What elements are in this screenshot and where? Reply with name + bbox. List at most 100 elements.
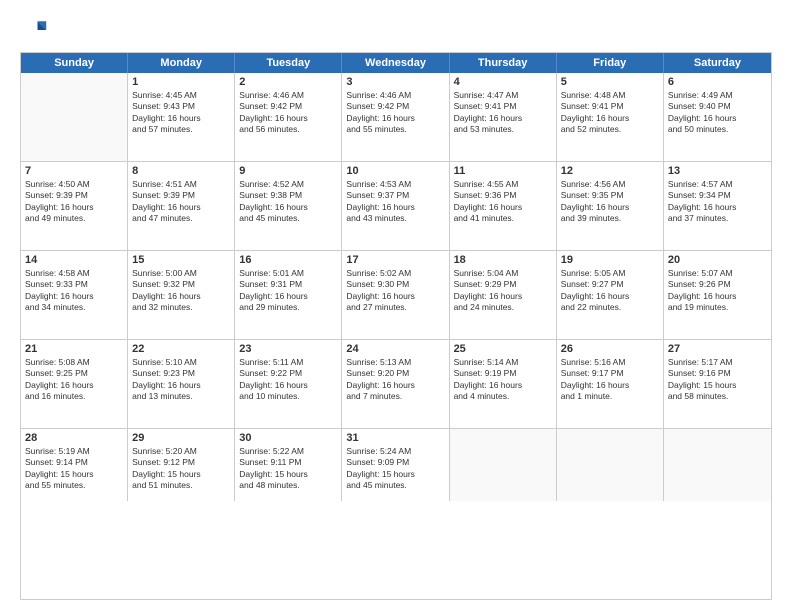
cell-content: Sunrise: 4:45 AM Sunset: 9:43 PM Dayligh… <box>132 90 230 136</box>
calendar-cell-27: 27Sunrise: 5:17 AM Sunset: 9:16 PM Dayli… <box>664 340 771 428</box>
day-number: 29 <box>132 432 230 444</box>
cell-content: Sunrise: 5:19 AM Sunset: 9:14 PM Dayligh… <box>25 446 123 492</box>
header-cell-monday: Monday <box>128 53 235 73</box>
calendar-cell-11: 11Sunrise: 4:55 AM Sunset: 9:36 PM Dayli… <box>450 162 557 250</box>
cell-content: Sunrise: 5:01 AM Sunset: 9:31 PM Dayligh… <box>239 268 337 314</box>
calendar-row-2: 7Sunrise: 4:50 AM Sunset: 9:39 PM Daylig… <box>21 162 771 251</box>
day-number: 11 <box>454 165 552 177</box>
logo-icon <box>20 16 48 44</box>
day-number: 12 <box>561 165 659 177</box>
day-number: 28 <box>25 432 123 444</box>
cell-content: Sunrise: 4:52 AM Sunset: 9:38 PM Dayligh… <box>239 179 337 225</box>
calendar-cell-18: 18Sunrise: 5:04 AM Sunset: 9:29 PM Dayli… <box>450 251 557 339</box>
cell-content: Sunrise: 5:13 AM Sunset: 9:20 PM Dayligh… <box>346 357 444 403</box>
calendar-cell-10: 10 Sunrise: 4:53 AM Sunset: 9:37 PM Dayli… <box>342 162 449 250</box>
calendar-cell-15: 15 Sunrise: 5:00 AM Sunset: 9:32 PM Dayli… <box>128 251 235 339</box>
calendar-cell-22: 22 Sunrise: 5:10 AM Sunset: 9:23 PM Dayli… <box>128 340 235 428</box>
day-number: 1 <box>132 76 230 88</box>
day-number: 17 <box>346 254 444 266</box>
day-number: 31 <box>346 432 444 444</box>
cell-content: Sunrise: 5:11 AM Sunset: 9:22 PM Dayligh… <box>239 357 337 403</box>
calendar-cell-13: 13 Sunrise: 4:57 AM Sunset: 9:34 PM Dayli… <box>664 162 771 250</box>
day-number: 16 <box>239 254 337 266</box>
cell-content: Sunrise: 5:16 AM Sunset: 9:17 PM Dayligh… <box>561 357 659 403</box>
calendar-cell-4: 4 Sunrise: 4:47 AM Sunset: 9:41 PM Daylig… <box>450 73 557 161</box>
day-number: 21 <box>25 343 123 355</box>
day-number: 3 <box>346 76 444 88</box>
calendar-header: SundayMondayTuesdayWednesdayThursdayFrid… <box>21 53 771 73</box>
cell-content: Sunrise: 5:22 AM Sunset: 9:11 PM Dayligh… <box>239 446 337 492</box>
day-number: 25 <box>454 343 552 355</box>
cell-content: Sunrise: 5:04 AM Sunset: 9:29 PM Dayligh… <box>454 268 552 314</box>
calendar-cell-20: 20 Sunrise: 5:07 AM Sunset: 9:26 PM Dayli… <box>664 251 771 339</box>
calendar: SundayMondayTuesdayWednesdayThursdayFrid… <box>20 52 772 600</box>
cell-content: Sunrise: 4:46 AM Sunset: 9:42 PM Dayligh… <box>346 90 444 136</box>
calendar-cell-25: 25Sunrise: 5:14 AM Sunset: 9:19 PM Dayli… <box>450 340 557 428</box>
cell-content: Sunrise: 5:05 AM Sunset: 9:27 PM Dayligh… <box>561 268 659 314</box>
calendar-cell-6: 6 Sunrise: 4:49 AM Sunset: 9:40 PM Daylig… <box>664 73 771 161</box>
calendar-cell-14: 14Sunrise: 4:58 AM Sunset: 9:33 PM Dayli… <box>21 251 128 339</box>
calendar-body: 1 Sunrise: 4:45 AM Sunset: 9:43 PM Daylig… <box>21 73 771 501</box>
calendar-cell-19: 19 Sunrise: 5:05 AM Sunset: 9:27 PM Dayli… <box>557 251 664 339</box>
logo <box>20 16 52 44</box>
header-cell-thursday: Thursday <box>450 53 557 73</box>
cell-content: Sunrise: 4:56 AM Sunset: 9:35 PM Dayligh… <box>561 179 659 225</box>
cell-content: Sunrise: 4:53 AM Sunset: 9:37 PM Dayligh… <box>346 179 444 225</box>
cell-content: Sunrise: 4:57 AM Sunset: 9:34 PM Dayligh… <box>668 179 767 225</box>
cell-content: Sunrise: 4:46 AM Sunset: 9:42 PM Dayligh… <box>239 90 337 136</box>
day-number: 6 <box>668 76 767 88</box>
cell-content: Sunrise: 4:47 AM Sunset: 9:41 PM Dayligh… <box>454 90 552 136</box>
calendar-row-5: 28 Sunrise: 5:19 AM Sunset: 9:14 PM Dayli… <box>21 429 771 501</box>
day-number: 8 <box>132 165 230 177</box>
day-number: 15 <box>132 254 230 266</box>
day-number: 19 <box>561 254 659 266</box>
calendar-cell-1: 1 Sunrise: 4:45 AM Sunset: 9:43 PM Daylig… <box>128 73 235 161</box>
cell-content: Sunrise: 4:51 AM Sunset: 9:39 PM Dayligh… <box>132 179 230 225</box>
calendar-cell-26: 26 Sunrise: 5:16 AM Sunset: 9:17 PM Dayli… <box>557 340 664 428</box>
calendar-cell-empty-0-0 <box>21 73 128 161</box>
header-cell-tuesday: Tuesday <box>235 53 342 73</box>
cell-content: Sunrise: 5:02 AM Sunset: 9:30 PM Dayligh… <box>346 268 444 314</box>
header <box>20 16 772 44</box>
cell-content: Sunrise: 5:07 AM Sunset: 9:26 PM Dayligh… <box>668 268 767 314</box>
calendar-cell-24: 24 Sunrise: 5:13 AM Sunset: 9:20 PM Dayli… <box>342 340 449 428</box>
calendar-cell-2: 2Sunrise: 4:46 AM Sunset: 9:42 PM Daylig… <box>235 73 342 161</box>
calendar-cell-8: 8 Sunrise: 4:51 AM Sunset: 9:39 PM Daylig… <box>128 162 235 250</box>
cell-content: Sunrise: 5:10 AM Sunset: 9:23 PM Dayligh… <box>132 357 230 403</box>
cell-content: Sunrise: 5:08 AM Sunset: 9:25 PM Dayligh… <box>25 357 123 403</box>
calendar-cell-empty-4-5 <box>557 429 664 501</box>
cell-content: Sunrise: 5:00 AM Sunset: 9:32 PM Dayligh… <box>132 268 230 314</box>
day-number: 10 <box>346 165 444 177</box>
day-number: 22 <box>132 343 230 355</box>
cell-content: Sunrise: 4:58 AM Sunset: 9:33 PM Dayligh… <box>25 268 123 314</box>
cell-content: Sunrise: 5:20 AM Sunset: 9:12 PM Dayligh… <box>132 446 230 492</box>
cell-content: Sunrise: 4:49 AM Sunset: 9:40 PM Dayligh… <box>668 90 767 136</box>
day-number: 4 <box>454 76 552 88</box>
day-number: 5 <box>561 76 659 88</box>
header-cell-friday: Friday <box>557 53 664 73</box>
day-number: 30 <box>239 432 337 444</box>
header-cell-sunday: Sunday <box>21 53 128 73</box>
day-number: 9 <box>239 165 337 177</box>
calendar-row-3: 14Sunrise: 4:58 AM Sunset: 9:33 PM Dayli… <box>21 251 771 340</box>
calendar-cell-30: 30 Sunrise: 5:22 AM Sunset: 9:11 PM Dayli… <box>235 429 342 501</box>
day-number: 7 <box>25 165 123 177</box>
header-cell-wednesday: Wednesday <box>342 53 449 73</box>
calendar-cell-empty-4-4 <box>450 429 557 501</box>
day-number: 26 <box>561 343 659 355</box>
calendar-cell-21: 21 Sunrise: 5:08 AM Sunset: 9:25 PM Dayli… <box>21 340 128 428</box>
calendar-cell-23: 23Sunrise: 5:11 AM Sunset: 9:22 PM Dayli… <box>235 340 342 428</box>
cell-content: Sunrise: 4:48 AM Sunset: 9:41 PM Dayligh… <box>561 90 659 136</box>
day-number: 13 <box>668 165 767 177</box>
calendar-cell-empty-4-6 <box>664 429 771 501</box>
day-number: 20 <box>668 254 767 266</box>
day-number: 24 <box>346 343 444 355</box>
calendar-row-4: 21 Sunrise: 5:08 AM Sunset: 9:25 PM Dayli… <box>21 340 771 429</box>
calendar-cell-16: 16 Sunrise: 5:01 AM Sunset: 9:31 PM Dayli… <box>235 251 342 339</box>
calendar-cell-17: 17 Sunrise: 5:02 AM Sunset: 9:30 PM Dayli… <box>342 251 449 339</box>
calendar-cell-9: 9 Sunrise: 4:52 AM Sunset: 9:38 PM Daylig… <box>235 162 342 250</box>
calendar-cell-29: 29 Sunrise: 5:20 AM Sunset: 9:12 PM Dayli… <box>128 429 235 501</box>
calendar-cell-12: 12 Sunrise: 4:56 AM Sunset: 9:35 PM Dayli… <box>557 162 664 250</box>
calendar-cell-5: 5 Sunrise: 4:48 AM Sunset: 9:41 PM Daylig… <box>557 73 664 161</box>
header-cell-saturday: Saturday <box>664 53 771 73</box>
